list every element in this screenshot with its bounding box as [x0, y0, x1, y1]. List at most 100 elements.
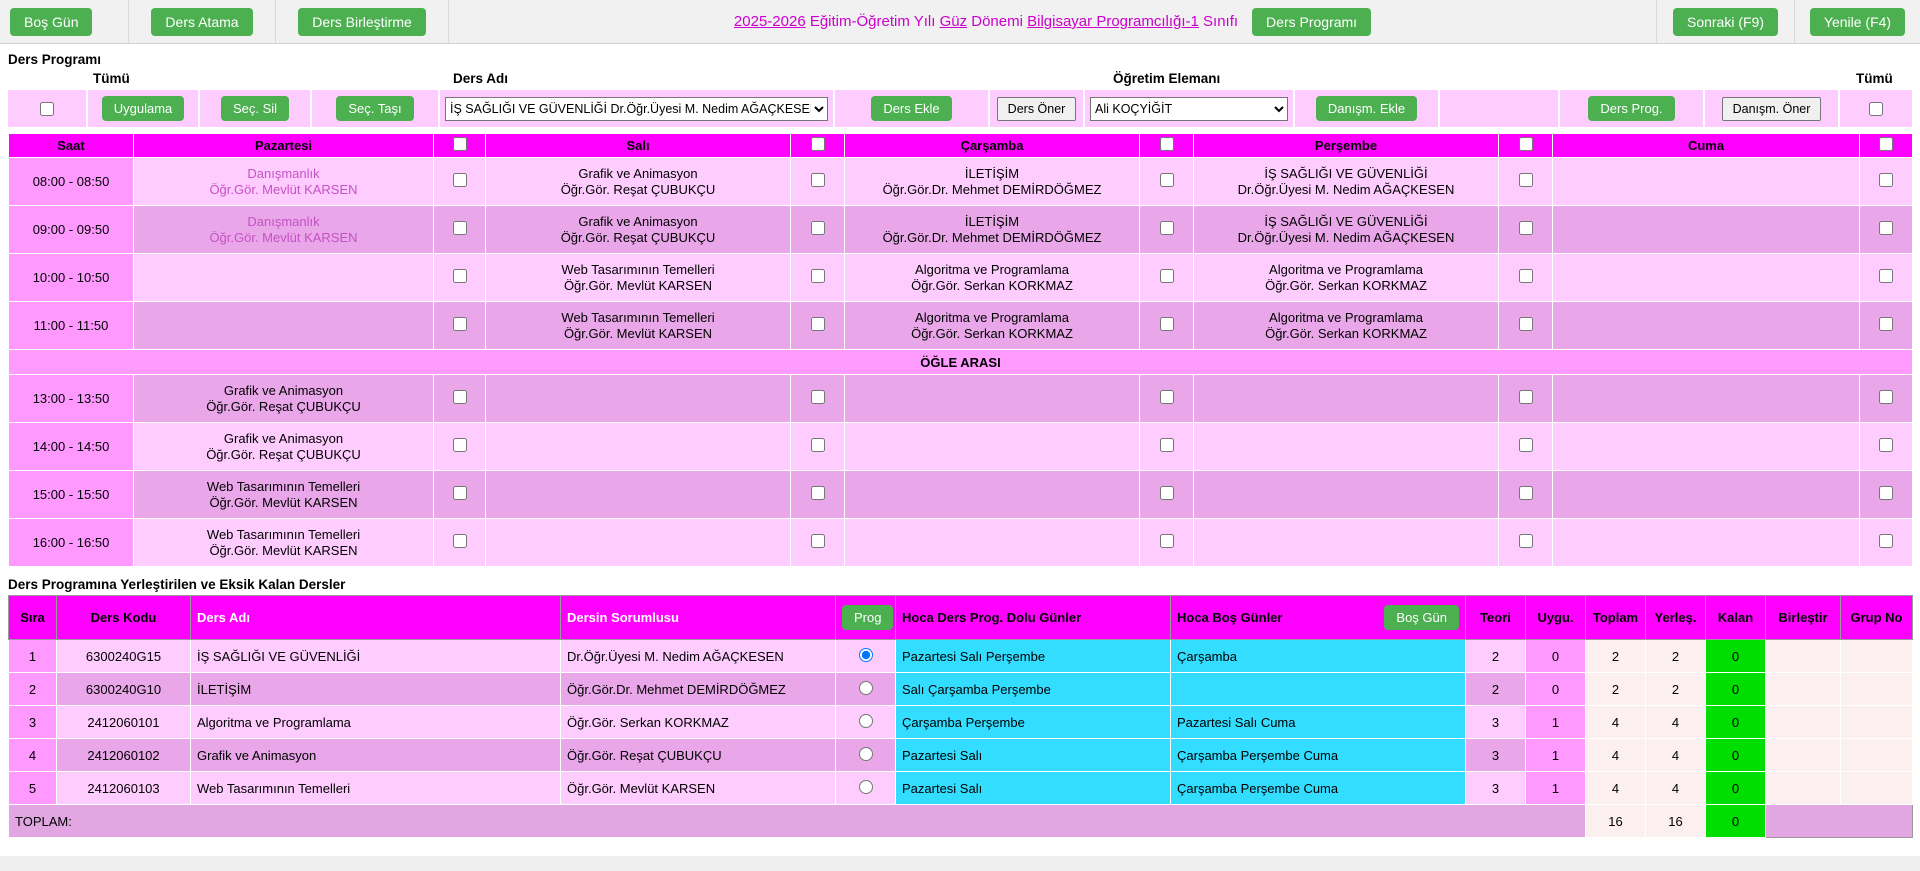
year-link[interactable]: 2025-2026 [734, 13, 806, 30]
lesson-select-checkbox[interactable] [1160, 173, 1174, 187]
lesson-select-checkbox[interactable] [1519, 390, 1533, 404]
sec-sil-button[interactable]: Seç. Sil [221, 96, 289, 121]
ders-atama-button[interactable]: Ders Atama [151, 8, 252, 36]
lesson-select-checkbox[interactable] [811, 173, 825, 187]
ders-select[interactable]: İŞ SAĞLIĞI VE GÜVENLİĞİ Dr.Öğr.Üyesi M. … [445, 97, 828, 121]
bos-gun-button[interactable]: Boş Gün [10, 8, 92, 36]
lesson-select-checkbox[interactable] [1160, 438, 1174, 452]
toolbar-cell: Ders Birleştirme [276, 0, 449, 43]
prog-radio[interactable] [859, 681, 873, 695]
lesson-select-checkbox[interactable] [453, 173, 467, 187]
lesson-select-checkbox[interactable] [1879, 390, 1893, 404]
col-dersin-sorumlusu: Dersin Sorumlusu [561, 596, 836, 640]
yenile-button[interactable]: Yenile (F4) [1810, 8, 1905, 36]
cell-dersin-sorumlusu: Öğr.Gör. Mevlüt KARSEN [561, 772, 836, 805]
schedule-row: 13:00 - 13:50Grafik ve AnimasyonÖğr.Gör.… [9, 375, 1913, 423]
program-link[interactable]: Bilgisayar Programcılığı-1 [1027, 13, 1199, 30]
day-column-select-checkbox[interactable] [1160, 137, 1174, 151]
lesson-select-checkbox[interactable] [453, 486, 467, 500]
ders-oner-button[interactable]: Ders Öner [997, 97, 1077, 121]
lesson-select-checkbox[interactable] [1160, 486, 1174, 500]
lesson-select-checkbox[interactable] [1519, 438, 1533, 452]
lesson-select-checkbox[interactable] [1879, 534, 1893, 548]
lesson-select-checkbox[interactable] [1519, 534, 1533, 548]
day-column-select-checkbox[interactable] [811, 137, 825, 151]
select-all-right-checkbox[interactable] [1869, 102, 1883, 116]
lesson-select-checkbox[interactable] [453, 221, 467, 235]
lesson-select-checkbox[interactable] [1879, 269, 1893, 283]
lesson-select-checkbox[interactable] [1160, 390, 1174, 404]
lesson-select-checkbox[interactable] [1519, 317, 1533, 331]
lesson-select-checkbox[interactable] [811, 269, 825, 283]
lesson-select-checkbox[interactable] [1160, 534, 1174, 548]
lesson-select-checkbox[interactable] [1879, 317, 1893, 331]
lesson-select-checkbox[interactable] [453, 534, 467, 548]
lesson-select-checkbox[interactable] [811, 221, 825, 235]
danism-oner-button[interactable]: Danışm. Öner [1722, 97, 1822, 121]
prog-radio[interactable] [859, 714, 873, 728]
lesson-cell [845, 423, 1140, 471]
uygulama-button[interactable]: Uygulama [102, 96, 185, 121]
cell-bos-gunler: Çarşamba [1171, 640, 1466, 673]
lesson-checkbox-cell [1499, 158, 1553, 206]
time-slot: 15:00 - 15:50 [9, 471, 134, 519]
prog-radio[interactable] [859, 747, 873, 761]
bos-gun-header-button[interactable]: Boş Gün [1384, 605, 1459, 630]
sec-tasi-button[interactable]: Seç. Taşı [336, 96, 413, 121]
lesson-cell [845, 519, 1140, 567]
col-sira: Sıra [9, 596, 57, 640]
day-column-select-checkbox[interactable] [1519, 137, 1533, 151]
cell-dolu-gunler: Pazartesi Salı [896, 772, 1171, 805]
day-column-select-checkbox[interactable] [453, 137, 467, 151]
hoca-select[interactable]: Ali KOÇYİĞİT [1090, 97, 1288, 121]
prog-radio[interactable] [859, 648, 873, 662]
lesson-select-checkbox[interactable] [1879, 486, 1893, 500]
lesson-checkbox-cell [1140, 254, 1194, 302]
lesson-name: İŞ SAĞLIĞI VE GÜVENLİĞİ [1198, 166, 1494, 182]
lesson-row: 16300240G15İŞ SAĞLIĞI VE GÜVENLİĞİDr.Öğr… [9, 640, 1913, 673]
lesson-checkbox-cell [1860, 471, 1913, 519]
ogretim-elemani-label: Öğretim Elemanı [1113, 71, 1220, 86]
lesson-select-checkbox[interactable] [811, 534, 825, 548]
day-column-select-checkbox[interactable] [1879, 137, 1893, 151]
lesson-cell [1553, 423, 1860, 471]
lesson-select-checkbox[interactable] [1879, 173, 1893, 187]
lesson-select-checkbox[interactable] [1879, 438, 1893, 452]
prog-radio[interactable] [859, 780, 873, 794]
lesson-select-checkbox[interactable] [1519, 221, 1533, 235]
cell-birlestir [1766, 739, 1841, 772]
lesson-select-checkbox[interactable] [1519, 269, 1533, 283]
ders-programi-button[interactable]: Ders Programı [1252, 8, 1371, 36]
sonraki-button[interactable]: Sonraki (F9) [1673, 8, 1778, 36]
lesson-select-checkbox[interactable] [1519, 486, 1533, 500]
lesson-select-checkbox[interactable] [1879, 221, 1893, 235]
ders-ekle-button[interactable]: Ders Ekle [871, 96, 951, 121]
cell-birlestir [1766, 706, 1841, 739]
prog-header-button[interactable]: Prog [842, 605, 893, 630]
lesson-select-checkbox[interactable] [811, 486, 825, 500]
lesson-select-checkbox[interactable] [1519, 173, 1533, 187]
lesson-checkbox-cell [1499, 254, 1553, 302]
lesson-select-checkbox[interactable] [453, 390, 467, 404]
select-all-left-checkbox[interactable] [40, 102, 54, 116]
lesson-select-checkbox[interactable] [811, 317, 825, 331]
lesson-select-checkbox[interactable] [1160, 269, 1174, 283]
lesson-checkbox-cell [791, 254, 845, 302]
lesson-select-checkbox[interactable] [1160, 317, 1174, 331]
lesson-select-checkbox[interactable] [453, 438, 467, 452]
cell-uygu: 0 [1526, 673, 1586, 706]
term-link[interactable]: Güz [940, 13, 968, 30]
lesson-checkbox-cell [791, 375, 845, 423]
lesson-select-checkbox[interactable] [811, 390, 825, 404]
lesson-instructor: Öğr.Gör. Mevlüt KARSEN [138, 543, 429, 559]
lesson-select-checkbox[interactable] [453, 269, 467, 283]
lesson-select-checkbox[interactable] [811, 438, 825, 452]
cell-ders-kodu: 6300240G10 [57, 673, 191, 706]
lesson-select-checkbox[interactable] [1160, 221, 1174, 235]
danism-ekle-button[interactable]: Danışm. Ekle [1316, 96, 1417, 121]
ders-prog-button[interactable]: Ders Prog. [1588, 96, 1674, 121]
col-header-checkbox-cell [791, 134, 845, 158]
ders-birlestirme-button[interactable]: Ders Birleştirme [298, 8, 426, 36]
lesson-select-checkbox[interactable] [453, 317, 467, 331]
lesson-checkbox-cell [1860, 519, 1913, 567]
